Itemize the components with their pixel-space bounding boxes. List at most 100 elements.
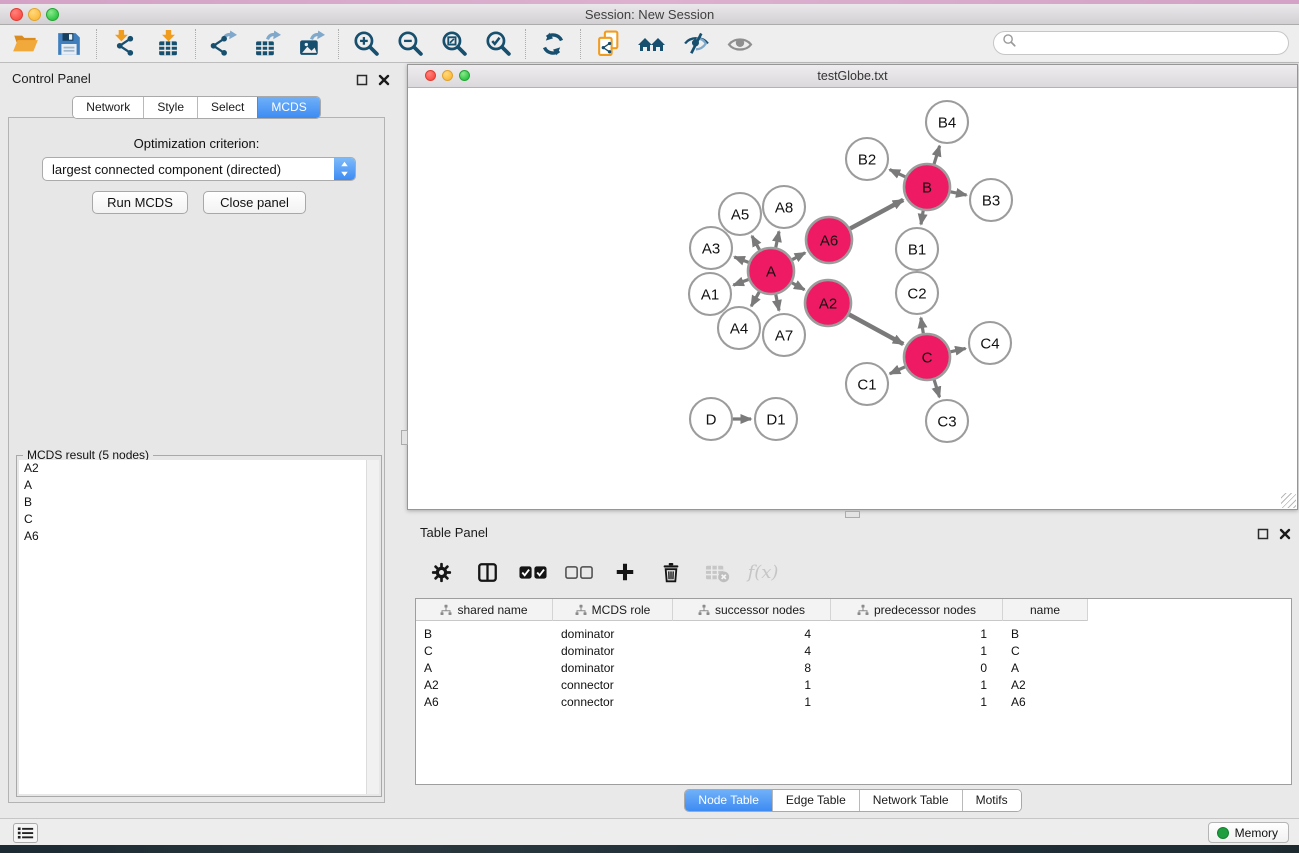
graph-edge-B-B4[interactable] [934, 146, 940, 164]
table-row[interactable]: Adominator80A [416, 660, 1291, 676]
graph-edge-C-C2[interactable] [921, 318, 923, 334]
graph-edge-A-A8[interactable] [776, 231, 779, 247]
add-column-icon[interactable] [611, 558, 639, 586]
zoom-fit-selected-icon[interactable] [484, 30, 512, 58]
cell-mcds_role[interactable]: dominator [553, 626, 673, 642]
column-header-successor_nodes[interactable]: successor nodes [673, 599, 831, 621]
graph-node-A2[interactable]: A2 [805, 280, 851, 326]
result-list-item[interactable]: C [19, 511, 379, 528]
split-table-icon[interactable] [473, 558, 501, 586]
tab-style[interactable]: Style [143, 97, 197, 118]
graph-edge-C-C3[interactable] [934, 380, 939, 397]
graph-edge-B-B1[interactable] [921, 211, 923, 225]
houses-icon[interactable] [638, 30, 666, 58]
network-view-window[interactable]: testGlobe.txt B4B2BB3A5A8A6B1A3AA1C2A2A4… [407, 64, 1298, 510]
memory-button[interactable]: Memory [1208, 822, 1289, 843]
tab-network[interactable]: Network [73, 97, 143, 118]
tab-network-table[interactable]: Network Table [859, 790, 962, 811]
search-input[interactable] [1022, 36, 1272, 50]
cell-mcds_role[interactable]: dominator [553, 643, 673, 659]
graph-node-C3[interactable]: C3 [926, 400, 968, 442]
table-row[interactable]: A2connector11A2 [416, 677, 1291, 693]
zoom-fit-icon[interactable] [440, 30, 468, 58]
column-header-predecessor_nodes[interactable]: predecessor nodes [831, 599, 1003, 621]
column-header-shared_name[interactable]: shared name [416, 599, 553, 621]
cell-predecessor_nodes[interactable]: 1 [831, 643, 1003, 659]
table-settings-icon[interactable] [427, 558, 455, 586]
result-list-item[interactable]: A [19, 477, 379, 494]
graph-edge-A-A3[interactable] [734, 257, 748, 262]
export-table-icon[interactable] [253, 30, 281, 58]
eye-hidden-icon[interactable] [682, 30, 710, 58]
table-row[interactable]: Cdominator41C [416, 643, 1291, 659]
splitter-grip-left[interactable] [401, 430, 408, 445]
cell-name[interactable]: A [1003, 660, 1088, 676]
zoom-in-icon[interactable] [352, 30, 380, 58]
cell-shared_name[interactable]: A2 [416, 677, 553, 693]
tab-node-table[interactable]: Node Table [685, 790, 772, 811]
graph-node-A1[interactable]: A1 [689, 273, 731, 315]
graph-node-A7[interactable]: A7 [763, 314, 805, 356]
cell-mcds_role[interactable]: dominator [553, 660, 673, 676]
tab-select[interactable]: Select [197, 97, 257, 118]
graph-node-D[interactable]: D [690, 398, 732, 440]
window-titlebar[interactable]: Session: New Session [0, 4, 1299, 25]
delete-column-icon[interactable] [657, 558, 685, 586]
close-table-panel-icon[interactable] [1278, 527, 1291, 540]
graph-edge-A-A2[interactable] [792, 283, 805, 290]
cell-predecessor_nodes[interactable]: 0 [831, 660, 1003, 676]
graph-node-B1[interactable]: B1 [896, 228, 938, 270]
cell-predecessor_nodes[interactable]: 1 [831, 626, 1003, 642]
graph-node-C[interactable]: C [904, 334, 950, 380]
graph-edge-B-B2[interactable] [890, 170, 906, 177]
table-row[interactable]: Bdominator41B [416, 626, 1291, 642]
graph-node-A8[interactable]: A8 [763, 186, 805, 228]
tab-edge-table[interactable]: Edge Table [772, 790, 859, 811]
graph-edge-C-C1[interactable] [890, 367, 905, 374]
cell-shared_name[interactable]: C [416, 643, 553, 659]
cell-name[interactable]: A6 [1003, 694, 1088, 710]
result-list-item[interactable]: B [19, 494, 379, 511]
network-canvas[interactable]: B4B2BB3A5A8A6B1A3AA1C2A2A4A7C4CC1C3DD1 [408, 88, 1297, 509]
graph-edge-A-A4[interactable] [751, 292, 759, 306]
cell-successor_nodes[interactable]: 1 [673, 694, 831, 710]
graph-edge-B-B3[interactable] [951, 192, 967, 195]
cell-successor_nodes[interactable]: 4 [673, 626, 831, 642]
select-all-icon[interactable] [519, 558, 547, 586]
cell-predecessor_nodes[interactable]: 1 [831, 694, 1003, 710]
tab-mcds[interactable]: MCDS [257, 97, 319, 118]
cell-name[interactable]: A2 [1003, 677, 1088, 693]
run-mcds-button[interactable]: Run MCDS [92, 191, 188, 214]
graph-node-D1[interactable]: D1 [755, 398, 797, 440]
search-box[interactable] [993, 31, 1289, 55]
open-session-icon[interactable] [11, 30, 39, 58]
refresh-icon[interactable] [539, 30, 567, 58]
graph-edge-A-A5[interactable] [752, 236, 760, 250]
graph-node-A3[interactable]: A3 [690, 227, 732, 269]
export-network-icon[interactable] [209, 30, 237, 58]
cell-name[interactable]: C [1003, 643, 1088, 659]
graph-node-C4[interactable]: C4 [969, 322, 1011, 364]
save-session-icon[interactable] [55, 30, 83, 58]
graph-edge-C-C4[interactable] [950, 348, 965, 351]
result-list-item[interactable]: A6 [19, 528, 379, 545]
node-table[interactable]: shared nameMCDS rolesuccessor nodesprede… [415, 598, 1292, 785]
graph-node-C1[interactable]: C1 [846, 363, 888, 405]
import-table-icon[interactable] [154, 30, 182, 58]
cell-mcds_role[interactable]: connector [553, 677, 673, 693]
import-network-icon[interactable] [110, 30, 138, 58]
graph-node-A5[interactable]: A5 [719, 193, 761, 235]
graph-node-A[interactable]: A [748, 248, 794, 294]
cell-shared_name[interactable]: A6 [416, 694, 553, 710]
resize-grip-icon[interactable] [1281, 493, 1296, 508]
cell-shared_name[interactable]: A [416, 660, 553, 676]
column-header-mcds_role[interactable]: MCDS role [553, 599, 673, 621]
float-panel-icon[interactable] [355, 73, 368, 86]
cell-successor_nodes[interactable]: 1 [673, 677, 831, 693]
deselect-all-icon[interactable] [565, 558, 593, 586]
cell-shared_name[interactable]: B [416, 626, 553, 642]
float-table-panel-icon[interactable] [1256, 527, 1269, 540]
close-panel-button[interactable]: Close panel [203, 191, 306, 214]
graph-edge-A-A1[interactable] [733, 279, 748, 285]
graph-node-B4[interactable]: B4 [926, 101, 968, 143]
